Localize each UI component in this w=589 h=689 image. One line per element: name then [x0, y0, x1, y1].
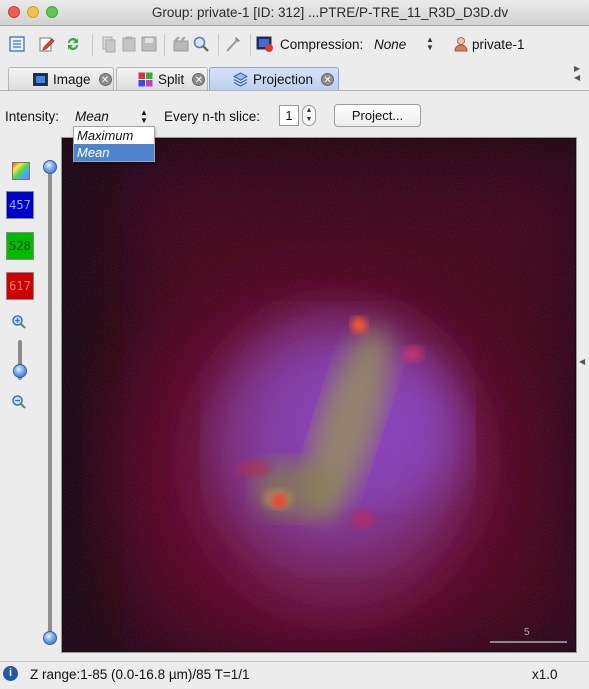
paste-icon[interactable] [120, 35, 138, 53]
zoom-out-icon[interactable] [11, 394, 27, 413]
slice-label: Every n-th slice: [164, 109, 261, 124]
z-slider-bottom-knob[interactable] [43, 631, 57, 645]
dropdown-option-maximum[interactable]: Maximum [74, 127, 154, 144]
window-title: Group: private-1 [ID: 312] ...PTRE/P-TRE… [151, 5, 509, 20]
channel-button-617[interactable]: 617 [6, 272, 34, 300]
compression-select[interactable]: None [374, 37, 406, 52]
projection-image[interactable] [63, 139, 575, 651]
project-button[interactable]: Project... [334, 104, 421, 127]
measure-icon[interactable] [224, 35, 242, 53]
maximize-window-button[interactable] [46, 6, 58, 18]
tab-split-label: Split [158, 71, 185, 87]
zoom-slider-knob[interactable] [13, 364, 27, 378]
microscopy-projection-image [63, 139, 575, 651]
toolbar-separator [92, 34, 93, 56]
z-section-slider[interactable] [48, 166, 52, 638]
tab-image-label: Image [53, 71, 91, 87]
intensity-label: Intensity: [5, 109, 60, 124]
toolbar: Compression: None ▲ ▼ private-1 [0, 27, 589, 63]
close-window-button[interactable] [8, 6, 20, 18]
save-icon[interactable] [140, 35, 158, 53]
info-icon[interactable]: i [3, 666, 18, 681]
image-compression-icon[interactable] [256, 35, 274, 53]
slice-stepper[interactable]: ▲ ▼ [302, 105, 316, 126]
intensity-select-value[interactable]: Mean [75, 109, 109, 124]
dropdown-option-mean[interactable]: Mean [74, 144, 154, 161]
metadata-icon[interactable] [8, 35, 26, 53]
toolbar-separator [218, 34, 219, 56]
compression-label: Compression: [280, 37, 364, 52]
color-picker-button[interactable] [12, 162, 30, 180]
minimize-window-button[interactable] [27, 6, 39, 18]
z-slider-top-knob[interactable] [43, 160, 57, 174]
channel-label: 617 [9, 279, 31, 293]
select-arrows-icon[interactable]: ▲ ▼ [426, 36, 434, 52]
channel-button-528[interactable]: 528 [6, 232, 34, 260]
layers-icon [233, 71, 248, 87]
toolbar-separator [164, 34, 165, 56]
toolbar-separator [250, 34, 251, 56]
scale-bar-label: 5 [524, 627, 530, 638]
tab-bar: Image ✕ Split ✕ Projection ✕ [0, 64, 589, 91]
scale-bar [490, 641, 567, 643]
close-tab-icon[interactable]: ✕ [192, 72, 206, 86]
status-text: Z range:1-85 (0.0-16.8 µm)/85 T=1/1 [30, 667, 250, 682]
channel-button-457[interactable]: 457 [6, 191, 34, 219]
slice-input[interactable]: 1 [279, 105, 299, 126]
tab-scroll-arrows-icon[interactable]: ▶ ◀ [574, 64, 580, 82]
owner-name[interactable]: private-1 [472, 37, 525, 52]
image-icon [33, 72, 48, 86]
tab-split[interactable]: Split ✕ [116, 67, 208, 90]
zoom-in-icon[interactable] [11, 314, 27, 333]
refresh-icon[interactable] [64, 35, 82, 53]
user-icon [454, 36, 468, 55]
intensity-dropdown-menu: Maximum Mean [73, 126, 155, 162]
channel-label: 528 [9, 239, 31, 253]
select-arrows-icon[interactable]: ▲ ▼ [140, 109, 148, 125]
film-icon[interactable] [172, 35, 190, 53]
zoom-level: x1.0 [532, 667, 558, 682]
close-tab-icon[interactable]: ✕ [321, 72, 335, 86]
tab-projection[interactable]: Projection ✕ [209, 67, 339, 90]
copy-icon[interactable] [100, 35, 118, 53]
zoom-icon[interactable] [192, 35, 210, 53]
channel-label: 457 [9, 198, 31, 212]
tab-projection-label: Projection [253, 71, 314, 87]
split-grid-icon [138, 72, 153, 86]
tab-image[interactable]: Image ✕ [8, 67, 114, 90]
edit-icon[interactable] [38, 35, 56, 53]
close-tab-icon[interactable]: ✕ [98, 72, 112, 86]
panel-collapse-icon[interactable]: ◀ [579, 357, 585, 366]
title-bar: Group: private-1 [ID: 312] ...PTRE/P-TRE… [0, 0, 589, 26]
